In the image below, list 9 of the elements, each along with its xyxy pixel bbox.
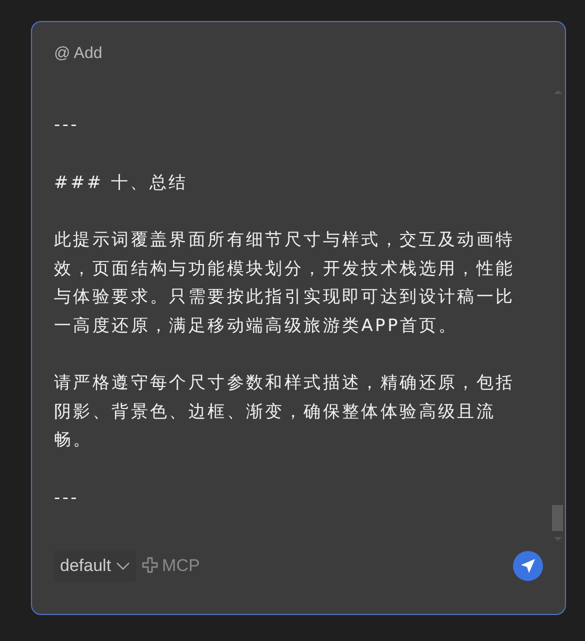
model-dropdown[interactable]: default <box>54 550 136 582</box>
scrollbar-thumb[interactable] <box>552 505 563 531</box>
scroll-up-icon[interactable] <box>554 89 562 95</box>
scroll-down-icon[interactable] <box>554 536 562 542</box>
send-button[interactable] <box>513 550 543 581</box>
send-icon <box>520 558 536 574</box>
prompt-text-area[interactable]: --- ### 十、总结 此提示词覆盖界面所有细节尺寸与样式，交互及动画特效，页面结构与功能模块划分，开发技术栈选用，性能与体验要求。只需要按此指引实现即可达到设计稿一比一高度还原，满足移动端高级旅游类APP首页。 请严格遵守每个尺寸参数和样式描述，精确还原，包括阴影、背景色、边框、渐变，确保整体体验高级且流畅。 --- <box>32 89 551 544</box>
add-context-link[interactable]: @ Add <box>54 45 102 62</box>
chevron-down-icon <box>116 562 130 570</box>
